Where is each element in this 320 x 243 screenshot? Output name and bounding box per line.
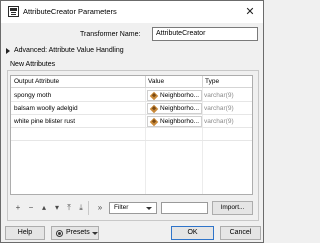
more-options-button[interactable]: » (95, 203, 105, 213)
cancel-button[interactable]: Cancel (220, 226, 261, 240)
filter-text-input[interactable] (161, 202, 208, 214)
presets-button[interactable]: Presets (51, 226, 99, 240)
column-header-value[interactable]: Value (148, 78, 164, 85)
move-up-button[interactable]: ▴ (39, 203, 49, 213)
presets-label: Presets (66, 229, 90, 236)
attributes-table[interactable]: Output Attribute Value Type spongy moth … (10, 75, 253, 195)
remove-row-button[interactable]: − (26, 203, 36, 213)
move-bottom-button[interactable]: ⤓ (76, 203, 86, 213)
type-cell[interactable]: varchar(9) (204, 105, 234, 112)
table-row[interactable]: balsam woolly adelgid Neighborho... varc… (11, 102, 252, 115)
filter-dropdown-label: Filter (114, 204, 129, 211)
column-header-output-attribute[interactable]: Output Attribute (14, 78, 59, 85)
move-top-button[interactable]: ⤒ (64, 203, 74, 213)
attribute-value-icon (149, 104, 159, 114)
column-divider (145, 76, 146, 88)
value-text: Neighborho... (160, 92, 200, 99)
add-row-button[interactable]: + (13, 203, 23, 213)
presets-icon (56, 230, 63, 237)
close-icon[interactable]: ✕ (242, 4, 258, 20)
form-window-icon (8, 6, 19, 17)
value-text: Neighborho... (160, 105, 200, 112)
table-row[interactable]: white pine blister rust Neighborho... va… (11, 115, 252, 128)
toolbar-divider (88, 201, 89, 215)
expand-arrow-icon[interactable] (6, 48, 10, 54)
attributecreator-dialog: AttributeCreator Parameters ✕ Transforme… (0, 0, 264, 243)
value-text: Neighborho... (160, 118, 200, 125)
advanced-section-toggle[interactable]: Advanced: Attribute Value Handling (14, 47, 124, 54)
value-cell[interactable]: Neighborho... (147, 116, 202, 127)
output-attribute-cell[interactable]: balsam woolly adelgid (14, 105, 78, 112)
attribute-value-icon (149, 117, 159, 127)
import-button[interactable]: Import... (212, 201, 253, 215)
table-header: Output Attribute Value Type (11, 76, 252, 88)
table-row[interactable]: spongy moth Neighborho... varchar(9) (11, 89, 252, 102)
output-attribute-cell[interactable]: spongy moth (14, 92, 51, 99)
column-header-type[interactable]: Type (205, 78, 219, 85)
dialog-title: AttributeCreator Parameters (23, 7, 117, 16)
ok-button[interactable]: OK (171, 226, 214, 240)
value-cell[interactable]: Neighborho... (147, 103, 202, 114)
chevron-down-icon (92, 232, 98, 235)
filter-dropdown[interactable]: Filter (109, 202, 157, 214)
attribute-value-icon (149, 91, 159, 101)
transformer-name-label: Transformer Name: (80, 31, 141, 38)
type-cell[interactable]: varchar(9) (204, 92, 234, 99)
column-divider (202, 76, 203, 88)
value-cell[interactable]: Neighborho... (147, 90, 202, 101)
table-row[interactable] (11, 128, 252, 141)
transformer-name-input[interactable]: AttributeCreator (152, 27, 258, 41)
type-cell[interactable]: varchar(9) (204, 118, 234, 125)
move-down-button[interactable]: ▾ (52, 203, 62, 213)
new-attributes-label: New Attributes (10, 61, 56, 68)
chevron-down-icon (146, 207, 152, 210)
output-attribute-cell[interactable]: white pine blister rust (14, 118, 75, 125)
help-button[interactable]: Help (5, 226, 45, 240)
title-bar: AttributeCreator Parameters ✕ (1, 1, 263, 23)
